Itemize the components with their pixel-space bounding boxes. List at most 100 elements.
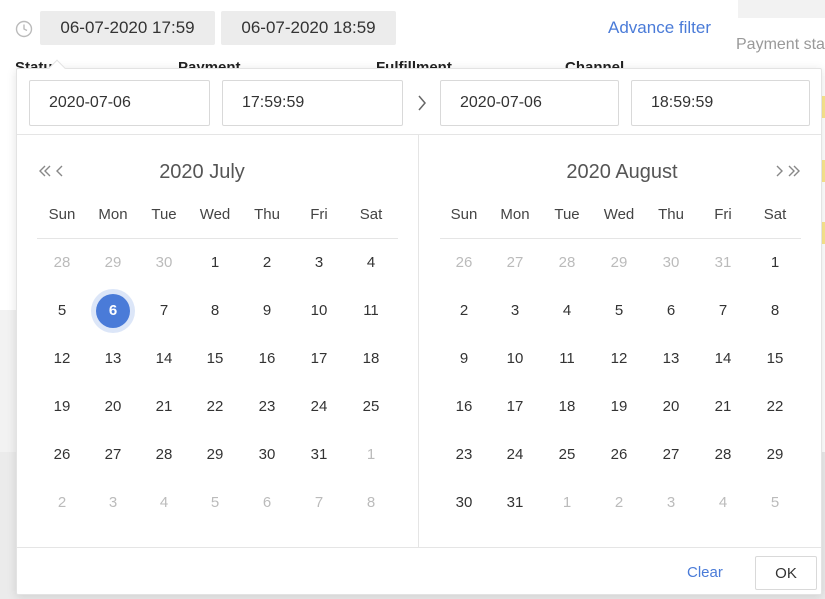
day-cell[interactable]: 5: [602, 294, 636, 328]
day-cell[interactable]: 2: [447, 294, 481, 328]
double-chevron-right-icon[interactable]: [786, 163, 802, 179]
day-cell[interactable]: 25: [354, 390, 388, 424]
day-cell[interactable]: 4: [550, 294, 584, 328]
day-cell[interactable]: 20: [96, 390, 130, 424]
day-cell[interactable]: 18: [550, 390, 584, 424]
day-cell[interactable]: 28: [147, 438, 181, 472]
day-cell[interactable]: 28: [550, 246, 584, 280]
day-cell[interactable]: 4: [354, 246, 388, 280]
day-cell[interactable]: 14: [706, 342, 740, 376]
day-cell[interactable]: 28: [706, 438, 740, 472]
day-cell[interactable]: 6: [654, 294, 688, 328]
day-cell[interactable]: 7: [147, 294, 181, 328]
day-cell[interactable]: 8: [198, 294, 232, 328]
day-cell[interactable]: 17: [498, 390, 532, 424]
day-cell[interactable]: 1: [758, 246, 792, 280]
day-cell[interactable]: 3: [302, 246, 336, 280]
ok-button[interactable]: OK: [755, 556, 817, 590]
day-cell[interactable]: 29: [758, 438, 792, 472]
chevron-left-icon[interactable]: [52, 163, 68, 179]
day-cell[interactable]: 31: [302, 438, 336, 472]
advance-filter-link[interactable]: Advance filter: [608, 18, 711, 38]
day-cell[interactable]: 6: [250, 486, 284, 520]
day-cell[interactable]: 27: [498, 246, 532, 280]
day-cell[interactable]: 7: [302, 486, 336, 520]
day-cell[interactable]: 23: [447, 438, 481, 472]
payment-label: Payment: [178, 60, 241, 68]
day-cell[interactable]: 29: [198, 438, 232, 472]
day-cell[interactable]: 24: [498, 438, 532, 472]
day-cell[interactable]: 26: [45, 438, 79, 472]
day-cell[interactable]: 11: [550, 342, 584, 376]
day-cell[interactable]: 7: [706, 294, 740, 328]
day-cell[interactable]: 30: [250, 438, 284, 472]
day-cell[interactable]: 18: [354, 342, 388, 376]
day-cell[interactable]: 19: [45, 390, 79, 424]
day-cell[interactable]: 8: [758, 294, 792, 328]
day-cell[interactable]: 26: [447, 246, 481, 280]
day-cell[interactable]: 19: [602, 390, 636, 424]
day-cell[interactable]: 31: [498, 486, 532, 520]
day-cell[interactable]: 13: [654, 342, 688, 376]
month-title-left: 2020 July: [159, 161, 245, 183]
day-cell[interactable]: 15: [758, 342, 792, 376]
day-cell[interactable]: 2: [602, 486, 636, 520]
day-cell[interactable]: 4: [706, 486, 740, 520]
day-cell[interactable]: 5: [758, 486, 792, 520]
start-time-input[interactable]: [222, 80, 403, 126]
day-cell[interactable]: 11: [354, 294, 388, 328]
day-cell[interactable]: 22: [758, 390, 792, 424]
day-cell[interactable]: 9: [250, 294, 284, 328]
day-cell[interactable]: 5: [198, 486, 232, 520]
day-cell[interactable]: 1: [198, 246, 232, 280]
day-cell[interactable]: 22: [198, 390, 232, 424]
day-cell[interactable]: 6: [96, 294, 130, 328]
day-cell[interactable]: 20: [654, 390, 688, 424]
day-cell[interactable]: 10: [498, 342, 532, 376]
day-cell[interactable]: 2: [250, 246, 284, 280]
day-cell[interactable]: 27: [96, 438, 130, 472]
day-cell[interactable]: 30: [147, 246, 181, 280]
day-cell[interactable]: 3: [96, 486, 130, 520]
day-cell[interactable]: 24: [302, 390, 336, 424]
day-cell[interactable]: 26: [602, 438, 636, 472]
day-cell[interactable]: 29: [602, 246, 636, 280]
day-cell[interactable]: 10: [302, 294, 336, 328]
end-time-input[interactable]: [631, 80, 810, 126]
day-cell[interactable]: 9: [447, 342, 481, 376]
day-cell[interactable]: 16: [447, 390, 481, 424]
day-cell[interactable]: 13: [96, 342, 130, 376]
day-cell[interactable]: 1: [550, 486, 584, 520]
end-date-chip[interactable]: 06-07-2020 18:59: [221, 11, 396, 45]
day-cell[interactable]: 14: [147, 342, 181, 376]
day-cell[interactable]: 25: [550, 438, 584, 472]
double-chevron-left-icon[interactable]: [37, 163, 53, 179]
start-date-chip[interactable]: 06-07-2020 17:59: [40, 11, 215, 45]
day-cell[interactable]: 21: [706, 390, 740, 424]
day-cell[interactable]: 28: [45, 246, 79, 280]
day-cell[interactable]: 21: [147, 390, 181, 424]
day-cell[interactable]: 15: [198, 342, 232, 376]
day-cell[interactable]: 8: [354, 486, 388, 520]
clear-button[interactable]: Clear: [687, 564, 723, 581]
day-cell[interactable]: 23: [250, 390, 284, 424]
day-cell[interactable]: 5: [45, 294, 79, 328]
start-date-input[interactable]: [29, 80, 210, 126]
day-cell[interactable]: 1: [354, 438, 388, 472]
day-cell[interactable]: 30: [654, 246, 688, 280]
day-cell[interactable]: 3: [498, 294, 532, 328]
chevron-right-icon[interactable]: [771, 163, 787, 179]
end-date-input[interactable]: [440, 80, 619, 126]
day-cell[interactable]: 16: [250, 342, 284, 376]
day-cell[interactable]: 4: [147, 486, 181, 520]
day-cell[interactable]: 2: [45, 486, 79, 520]
day-cell[interactable]: 29: [96, 246, 130, 280]
day-cell[interactable]: 30: [447, 486, 481, 520]
weekday-divider: [37, 238, 398, 239]
day-cell[interactable]: 27: [654, 438, 688, 472]
day-cell[interactable]: 17: [302, 342, 336, 376]
day-cell[interactable]: 3: [654, 486, 688, 520]
day-cell[interactable]: 31: [706, 246, 740, 280]
day-cell[interactable]: 12: [602, 342, 636, 376]
day-cell[interactable]: 12: [45, 342, 79, 376]
